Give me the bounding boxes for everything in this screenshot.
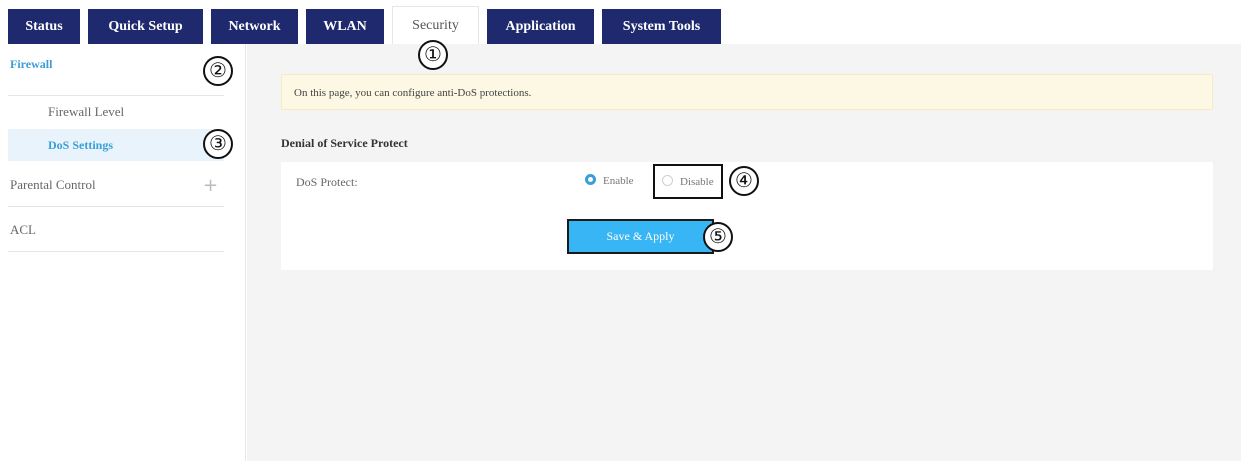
sidebar-item-firewall[interactable]: Firewall [0, 57, 224, 72]
sidebar-item-firewall-level[interactable]: Firewall Level [48, 104, 224, 120]
sidebar: Firewall Firewall Level DoS Settings Par… [0, 44, 246, 461]
sidebar-divider [8, 206, 224, 207]
sidebar-item-dos-settings[interactable]: DoS Settings [8, 129, 224, 161]
dos-protect-label: DoS Protect: [296, 175, 358, 189]
disable-radio[interactable]: Disable [653, 164, 723, 199]
sidebar-item-label: Parental Control [10, 177, 96, 192]
callout-5: ⑤ [703, 222, 733, 252]
tab-wlan[interactable]: WLAN [306, 9, 384, 44]
section-title: Denial of Service Protect [281, 136, 408, 150]
radio-checked-icon [585, 174, 596, 185]
sidebar-item-acl[interactable]: ACL [0, 222, 224, 238]
callout-4: ④ [729, 166, 759, 196]
enable-label: Enable [603, 175, 634, 187]
sidebar-divider [8, 251, 224, 252]
save-apply-button[interactable]: Save & Apply [567, 219, 714, 254]
tab-status[interactable]: Status [8, 9, 80, 44]
callout-3: ③ [203, 129, 233, 159]
top-tab-bar: Status Quick Setup Network WLAN Security… [0, 0, 1241, 44]
callout-1: ① [418, 40, 448, 70]
tab-network[interactable]: Network [211, 9, 298, 44]
enable-radio[interactable]: Enable [585, 174, 634, 187]
info-notice: On this page, you can configure anti-DoS… [281, 74, 1213, 110]
plus-icon[interactable]: + [203, 175, 218, 196]
callout-2: ② [203, 56, 233, 86]
tab-application[interactable]: Application [487, 9, 594, 44]
sidebar-item-parental-control[interactable]: Parental Control + [0, 175, 224, 196]
radio-unchecked-icon [662, 175, 673, 186]
sidebar-divider [8, 95, 224, 96]
tab-security[interactable]: Security [392, 6, 479, 44]
disable-label: Disable [680, 176, 714, 188]
tab-quick-setup[interactable]: Quick Setup [88, 9, 203, 44]
tab-system-tools[interactable]: System Tools [602, 9, 721, 44]
main-content: On this page, you can configure anti-DoS… [247, 44, 1241, 461]
